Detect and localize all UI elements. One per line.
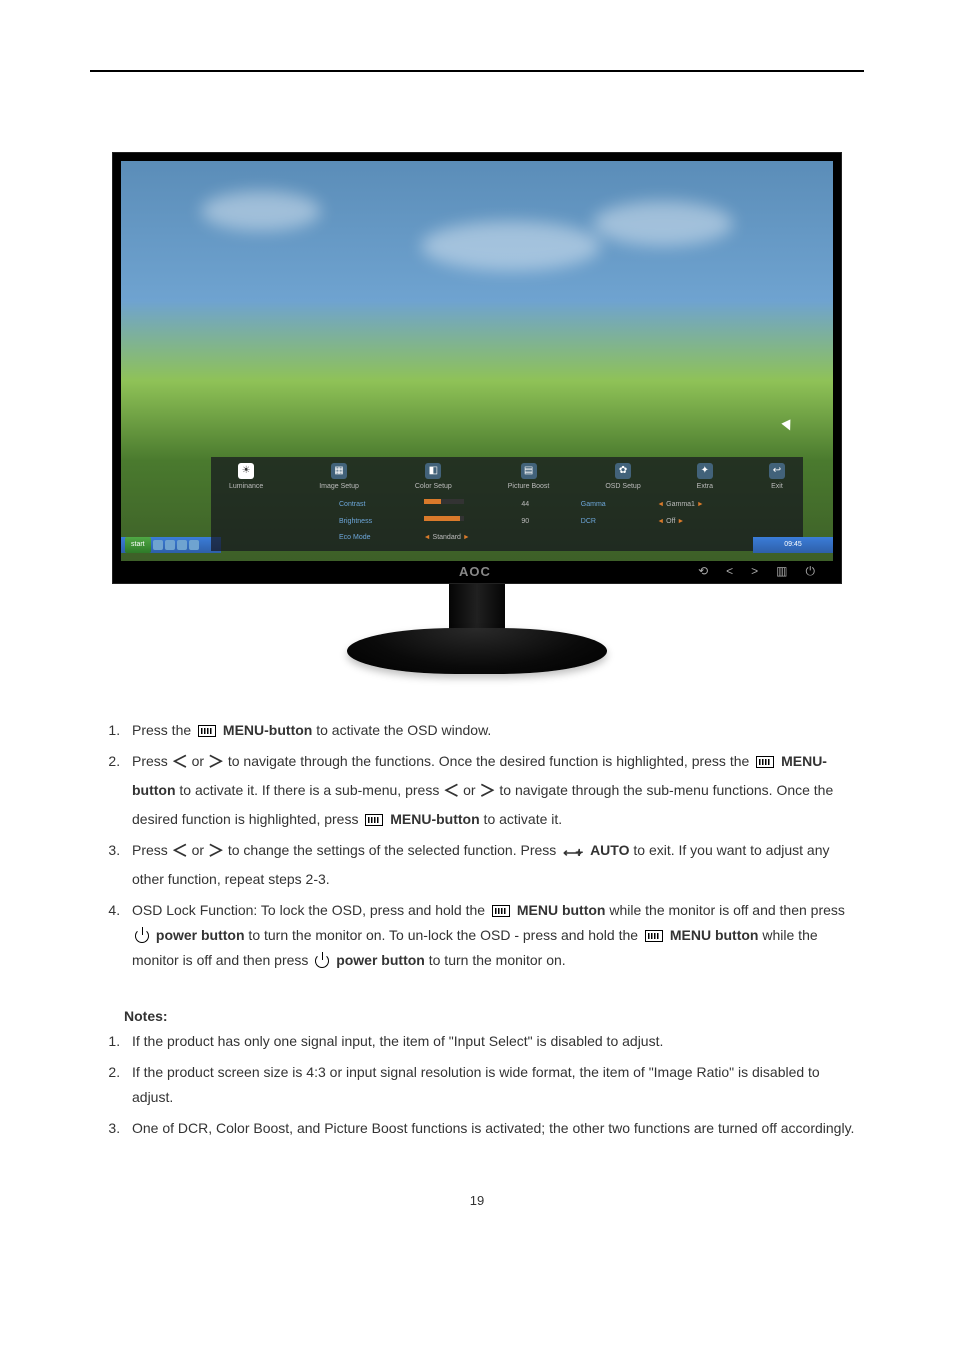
osd-tab-label: OSD Setup: [605, 481, 640, 494]
monitor-bezel: AOC ⟲ < > ▥ ⏻: [121, 561, 833, 583]
osd-tab-label: Exit: [771, 481, 783, 494]
monitor-illustration: start ☀ Luminance ▦ Image Setup: [112, 152, 842, 678]
osd-settings: Contrast 44 Gamma ◄ Gamma1 ► Brightness …: [219, 499, 795, 545]
instruction-step-4: OSD Lock Function: To lock the OSD, pres…: [124, 898, 864, 974]
osd-setup-icon: ✿: [615, 463, 631, 479]
instruction-step-1: Press the MENU-button to activate the OS…: [124, 718, 864, 743]
osd-tab-label: Picture Boost: [508, 481, 550, 494]
image-setup-icon: ▦: [331, 463, 347, 479]
dcr-value: Off: [666, 518, 675, 525]
bezel-left-icon: <: [726, 561, 733, 583]
gamma-value: Gamma1: [666, 501, 695, 508]
exit-icon: ↩: [769, 463, 785, 479]
menu-icon: [365, 814, 383, 826]
osd-tab-label: Color Setup: [415, 481, 452, 494]
menu-icon: [756, 756, 774, 768]
osd-tab-luminance: ☀ Luminance: [229, 463, 263, 494]
bezel-right-icon: >: [751, 561, 758, 583]
instruction-step-3: Press ＜ or ＞ to change the settings of t…: [124, 838, 864, 892]
osd-tab-osd-setup: ✿ OSD Setup: [605, 463, 640, 494]
cursor-icon: [781, 419, 794, 432]
eco-value: Standard: [433, 534, 461, 541]
menu-icon: [492, 905, 510, 917]
bezel-controls: ⟲ < > ▥ ⏻: [698, 561, 815, 583]
luminance-icon: ☀: [238, 463, 254, 479]
taskbar: start: [121, 537, 221, 553]
osd-tabs: ☀ Luminance ▦ Image Setup ◧ Color Setup …: [219, 463, 795, 500]
instruction-step-2: Press ＜ or ＞ to navigate through the fun…: [124, 749, 864, 832]
brightness-value: 90: [521, 516, 568, 529]
osd-tab-extra: ✦ Extra: [697, 463, 713, 494]
bezel-menu-icon: ▥: [776, 561, 787, 583]
left-icon: ＜: [443, 783, 459, 800]
osd-tab-label: Extra: [697, 481, 713, 494]
monitor-stand: [347, 584, 607, 678]
osd-menu: ☀ Luminance ▦ Image Setup ◧ Color Setup …: [211, 457, 803, 551]
osd-tab-picture-boost: ▤ Picture Boost: [508, 463, 550, 494]
color-setup-icon: ◧: [425, 463, 441, 479]
menu-icon: [198, 725, 216, 737]
brightness-label: Brightness: [339, 516, 412, 529]
note-1: If the product has only one signal input…: [124, 1029, 864, 1054]
page-number: 19: [90, 1189, 864, 1212]
notes-heading: Notes:: [124, 1004, 864, 1029]
osd-tab-color-setup: ◧ Color Setup: [415, 463, 452, 494]
picture-boost-icon: ▤: [521, 463, 537, 479]
auto-icon: [563, 843, 583, 857]
power-icon: [315, 954, 329, 968]
left-icon: ＜: [172, 754, 188, 771]
osd-tab-exit: ↩ Exit: [769, 463, 785, 494]
extra-icon: ✦: [697, 463, 713, 479]
taskbar-clock: 09:45: [753, 537, 833, 553]
bezel-power-icon: ⏻: [806, 561, 816, 583]
instructions-list: Press the MENU-button to activate the OS…: [90, 718, 864, 974]
note-3: One of DCR, Color Boost, and Picture Boo…: [124, 1116, 864, 1141]
start-button: start: [125, 537, 151, 554]
contrast-label: Contrast: [339, 499, 412, 512]
osd-tab-label: Luminance: [229, 481, 263, 494]
right-icon: ＞: [479, 783, 495, 800]
bezel-auto-icon: ⟲: [698, 561, 708, 583]
osd-tab-label: Image Setup: [319, 481, 359, 494]
power-icon: [135, 929, 149, 943]
menu-icon: [645, 930, 663, 942]
osd-tab-image-setup: ▦ Image Setup: [319, 463, 359, 494]
header-divider: [90, 70, 864, 72]
note-2: If the product screen size is 4:3 or inp…: [124, 1060, 864, 1110]
right-icon: ＞: [208, 843, 224, 860]
notes-section: Notes: If the product has only one signa…: [90, 1004, 864, 1142]
brand-logo: AOC: [459, 560, 491, 583]
eco-label: Eco Mode: [339, 532, 412, 545]
dcr-label: DCR: [581, 516, 645, 529]
monitor-screen: start ☀ Luminance ▦ Image Setup: [121, 161, 833, 561]
left-icon: ＜: [172, 843, 188, 860]
right-icon: ＞: [208, 754, 224, 771]
contrast-value: 44: [521, 499, 568, 512]
gamma-label: Gamma: [581, 499, 645, 512]
monitor-frame: start ☀ Luminance ▦ Image Setup: [112, 152, 842, 584]
